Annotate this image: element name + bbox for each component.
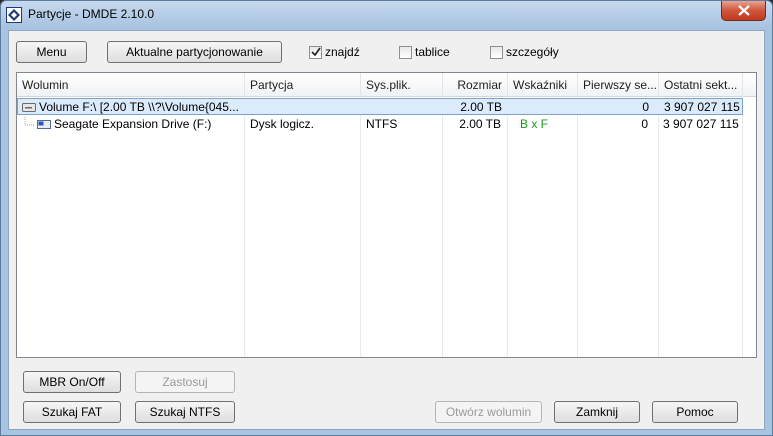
partition-filesystem: NTFS [366, 117, 398, 131]
details-checkbox-box[interactable] [490, 45, 503, 59]
mbr-toggle-button[interactable]: MBR On/Off [23, 371, 121, 393]
dialog-client-area: Menu Aktualne partycjonowanie znajdź tab… [8, 30, 765, 430]
find-checkbox-box[interactable] [309, 45, 322, 59]
close-window-button[interactable] [721, 1, 766, 21]
current-partitioning-button[interactable]: Aktualne partycjonowanie [107, 41, 282, 63]
column-header-first-sector[interactable]: Pierwszy se... [578, 73, 659, 97]
column-divider [442, 97, 443, 357]
column-divider [577, 97, 578, 357]
column-header-size[interactable]: Rozmiar [443, 73, 508, 97]
help-button[interactable]: Pomoc [652, 401, 738, 423]
partition-flags: B x F [520, 117, 549, 131]
tree-connector [23, 117, 37, 132]
search-fat-button[interactable]: Szukaj FAT [23, 401, 121, 423]
partitions-list[interactable]: Wolumin Partycja Sys.plik. Rozmiar Wskaź… [16, 72, 757, 358]
details-checkbox[interactable]: szczegóły [490, 45, 559, 59]
table-row-partition[interactable]: Seagate Expansion Drive (F:) Dysk logicz… [17, 116, 743, 133]
open-volume-button[interactable]: Otwórz wolumin [435, 401, 542, 423]
column-header-filesystem[interactable]: Sys.plik. [361, 73, 443, 97]
partition-first-sector: 0 [641, 117, 648, 131]
column-divider [360, 97, 361, 357]
column-header-partition[interactable]: Partycja [245, 73, 361, 97]
find-checkbox[interactable]: znajdź [309, 45, 360, 59]
dmde-partitions-window: Partycje - DMDE 2.10.0 Menu Aktualne par… [0, 0, 773, 436]
volume-icon [22, 100, 38, 115]
details-checkbox-label: szczegóły [506, 45, 559, 59]
column-header-volume[interactable]: Wolumin [17, 73, 245, 97]
tables-checkbox-label: tablice [415, 45, 450, 59]
partition-size: 2.00 TB [459, 117, 501, 131]
menu-button[interactable]: Menu [16, 41, 87, 63]
column-divider [507, 97, 508, 357]
column-header-last-sector[interactable]: Ostatni sekt... [659, 73, 743, 97]
column-divider [742, 97, 743, 357]
volume-size: 2.00 TB [460, 100, 502, 114]
volume-first-sector: 0 [642, 100, 649, 114]
partition-last-sector: 3 907 027 115 [663, 117, 739, 131]
tables-checkbox-box[interactable] [399, 45, 412, 59]
apply-button[interactable]: Zastosuj [135, 371, 235, 393]
column-divider [244, 97, 245, 357]
partition-type: Dysk logicz. [250, 117, 315, 131]
checkmark-icon [310, 47, 321, 57]
window-title: Partycje - DMDE 2.10.0 [28, 7, 155, 21]
close-button[interactable]: Zamknij [554, 401, 640, 423]
list-header: Wolumin Partycja Sys.plik. Rozmiar Wskaź… [17, 73, 756, 97]
volume-name: Volume F:\ [2.00 TB \\?\Volume{045... [39, 100, 239, 114]
search-ntfs-button[interactable]: Szukaj NTFS [135, 401, 235, 423]
column-divider [658, 97, 659, 357]
title-bar[interactable]: Partycje - DMDE 2.10.0 [1, 1, 772, 29]
volume-last-sector: 3 907 027 115 [664, 100, 740, 114]
tables-checkbox[interactable]: tablice [399, 45, 450, 59]
close-icon [737, 5, 750, 16]
column-header-flags[interactable]: Wskaźniki [508, 73, 578, 97]
drive-icon [37, 117, 53, 132]
find-checkbox-label: znajdź [325, 45, 360, 59]
dmde-app-icon [6, 7, 22, 23]
table-row-volume[interactable]: Volume F:\ [2.00 TB \\?\Volume{045... 2.… [17, 98, 743, 115]
partition-name: Seagate Expansion Drive (F:) [54, 117, 212, 131]
